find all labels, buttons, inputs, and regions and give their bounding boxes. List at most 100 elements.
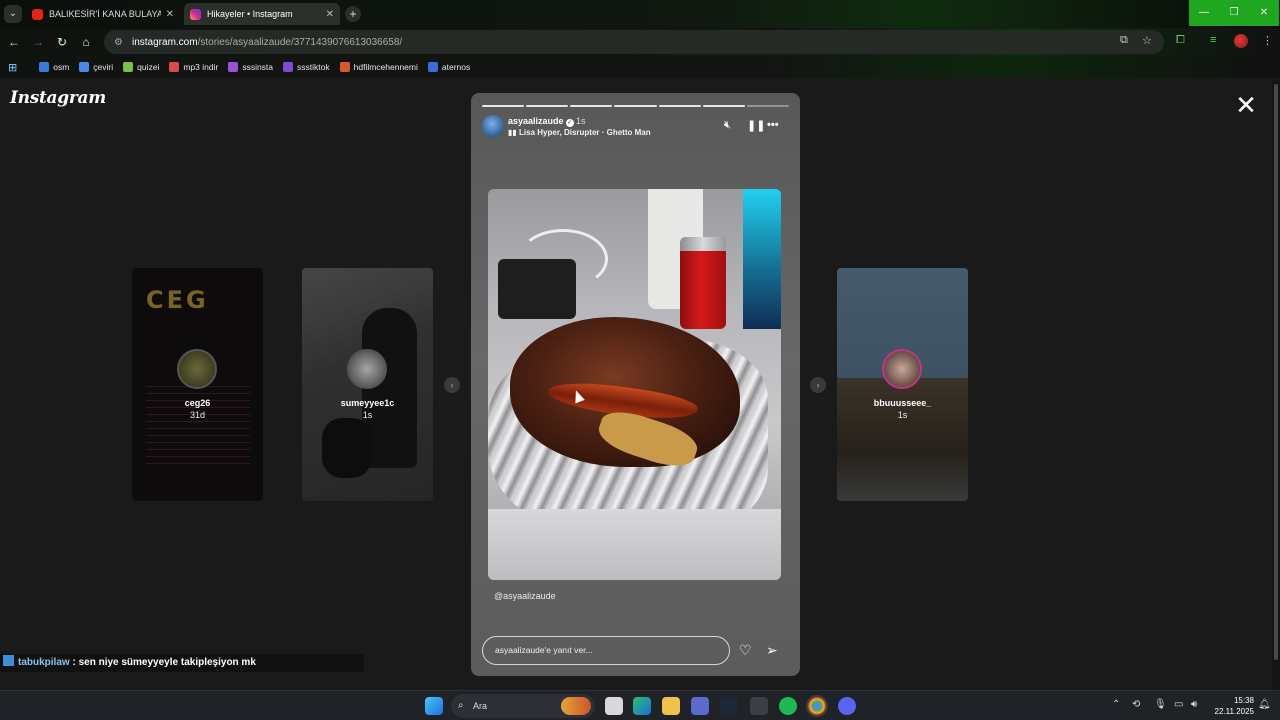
bookmark-aternos[interactable]: aternos xyxy=(427,62,470,72)
story-username: ceg26 xyxy=(184,398,211,408)
story-mention[interactable]: @asyaalizaude xyxy=(494,591,556,601)
bookmark-ssstiktok[interactable]: ssstiktok xyxy=(283,62,330,72)
edge-icon[interactable] xyxy=(633,697,651,715)
browser-toolbar: ← → ↻ ⌂ ⚙ instagram.com /stories/asyaali… xyxy=(0,28,1280,56)
file-explorer-icon[interactable] xyxy=(662,697,680,715)
send-icon[interactable]: ➢ xyxy=(766,642,778,659)
install-app-icon[interactable]: ⧉ xyxy=(1120,34,1128,47)
extensions-icon[interactable]: ⧠ xyxy=(1176,34,1185,47)
microphone-icon[interactable]: 🎙︎ xyxy=(1154,699,1167,710)
start-windows-icon[interactable] xyxy=(425,697,443,715)
bookmark-icon xyxy=(339,62,350,72)
bookmark-icon xyxy=(283,62,294,72)
avatar[interactable] xyxy=(482,115,504,137)
bookmark-mp3-indir[interactable]: mp3 indir xyxy=(169,62,218,72)
story-preview-ceg26[interactable]: CEG ceg26 31d xyxy=(132,268,263,501)
spotify-icon[interactable] xyxy=(779,697,797,715)
chat-username: tabukpilaw xyxy=(18,657,70,668)
avatar xyxy=(177,349,217,389)
tab-youtube[interactable]: BALIKESİR'İ KANA BULAYAN PS ✕ xyxy=(26,3,180,25)
minimize-button[interactable]: — xyxy=(1189,0,1219,26)
close-tab-icon[interactable]: ✕ xyxy=(326,9,334,20)
instagram-logo[interactable]: Instagram xyxy=(10,88,106,108)
home-icon[interactable]: ⌂ xyxy=(78,34,94,50)
volume-icon[interactable]: 🔊︎ xyxy=(1191,699,1197,710)
url-host: instagram.com xyxy=(132,36,198,48)
tab-search-icon[interactable]: ⌄ xyxy=(4,5,22,23)
progress-segment xyxy=(570,105,613,107)
clock-date: 22.11.2025 xyxy=(1214,707,1254,716)
pause-icon[interactable]: ❚❚ xyxy=(747,119,765,132)
active-story[interactable]: asyaalizaude ✓ 1s ▮▮ Lisa Hyper, Disrupte… xyxy=(471,93,800,676)
bookmark-quizei[interactable]: quizei xyxy=(123,62,159,72)
discord-icon[interactable] xyxy=(838,697,856,715)
page-scrollbar[interactable] xyxy=(1272,80,1280,690)
progress-segment xyxy=(702,105,745,107)
task-view-icon[interactable] xyxy=(605,697,623,715)
tray-chevron-up-icon[interactable]: ⌃ xyxy=(1112,699,1120,710)
apps-icon[interactable]: ⊞ xyxy=(8,61,29,74)
new-tab-button[interactable]: + xyxy=(345,6,361,22)
tray-sync-icon[interactable]: ⟲ xyxy=(1132,699,1140,710)
bookmark-icon xyxy=(123,62,134,72)
back-icon[interactable]: ← xyxy=(6,34,22,50)
menu-dots-icon[interactable]: ⋮ xyxy=(1262,34,1273,47)
bookmark-label: sssinsta xyxy=(242,62,274,72)
reload-icon[interactable]: ↻ xyxy=(54,34,70,50)
bookmarks-bar: ⊞ osm çeviri quizei mp3 indir sssinsta s… xyxy=(0,56,1280,78)
bookmark-icon xyxy=(169,62,180,72)
tab-title: BALIKESİR'İ KANA BULAYAN PS xyxy=(49,9,161,19)
bookmark-icon xyxy=(79,62,90,72)
chat-text: : sen niye sümeyyeyle takipleşiyon mk xyxy=(69,657,256,668)
notification-bell-icon[interactable]: 🔔︎ xyxy=(1258,699,1271,710)
music-title: Lisa Hyper, Disrupter · Ghetto Man xyxy=(519,128,651,137)
progress-segment xyxy=(482,105,525,107)
heart-icon[interactable]: ♡ xyxy=(739,642,752,659)
profile-avatar[interactable] xyxy=(1234,34,1248,48)
tab-instagram[interactable]: Hikayeler • Instagram ✕ xyxy=(184,3,340,25)
reply-input[interactable]: asyaalizaude'e yanıt ver... xyxy=(482,636,730,665)
blue-light xyxy=(743,189,781,329)
bookmark-label: quizei xyxy=(137,62,160,72)
bookmark-star-icon[interactable]: ☆ xyxy=(1142,34,1152,47)
network-icon[interactable]: ▭ xyxy=(1174,699,1183,710)
app-icon[interactable] xyxy=(750,697,768,715)
chrome-icon[interactable] xyxy=(806,695,828,717)
bookmark-label: hdfilmcehennemi xyxy=(353,62,418,72)
forward-icon[interactable]: → xyxy=(30,34,46,50)
close-window-button[interactable]: ✕ xyxy=(1249,0,1279,26)
music-bars-icon: ▮▮ xyxy=(508,128,520,137)
next-story-chevron-right-icon[interactable]: › xyxy=(810,377,826,393)
story-preview-sumeyyee1c[interactable]: sumeyyee1c 1s xyxy=(302,268,433,501)
bookmark-sssinsta[interactable]: sssinsta xyxy=(228,62,273,72)
restore-button[interactable]: ❐ xyxy=(1219,0,1249,26)
story-time: 1s xyxy=(897,410,908,420)
progress-segment xyxy=(526,105,569,107)
story-preview-bbuuusseee[interactable]: bbuuusseee_ 1s xyxy=(837,268,968,501)
site-info-icon[interactable]: ⚙ xyxy=(114,37,126,48)
bookmark-hdfilmcehennemi[interactable]: hdfilmcehennemi xyxy=(339,62,418,72)
bookmark-osm[interactable]: osm xyxy=(39,62,69,72)
mute-icon[interactable]: 🔇︎ xyxy=(724,119,731,132)
avatar xyxy=(347,349,387,389)
close-tab-icon[interactable]: ✕ xyxy=(166,9,174,20)
story-username[interactable]: asyaalizaude ✓ xyxy=(508,116,574,127)
bookmark-label: çeviri xyxy=(93,62,114,72)
bookmark-icon xyxy=(228,62,239,72)
bookmark-ceviri[interactable]: çeviri xyxy=(79,62,113,72)
bookmark-label: ssstiktok xyxy=(297,62,330,72)
store-icon[interactable] xyxy=(691,697,709,715)
address-bar[interactable]: ⚙ instagram.com /stories/asyaalizaude/37… xyxy=(104,30,1164,54)
story-time: 1s xyxy=(576,116,586,126)
more-options-icon[interactable]: ••• xyxy=(767,119,779,131)
previous-story-chevron-left-icon[interactable]: ‹ xyxy=(444,377,460,393)
search-label: Ara xyxy=(473,701,488,711)
taskbar-search-input[interactable]: ⌕ Ara xyxy=(451,694,595,718)
taskbar-clock[interactable]: 15:38 22.11.2025 xyxy=(1208,695,1254,717)
progress-segment xyxy=(746,105,789,107)
close-icon[interactable]: ✕ xyxy=(1232,92,1260,118)
scrollbar-thumb[interactable] xyxy=(1274,84,1278,660)
steam-icon[interactable] xyxy=(720,697,738,715)
story-music-label[interactable]: ▮▮ Lisa Hyper, Disrupter · Ghetto Man xyxy=(508,128,651,137)
media-control-icon[interactable]: ≡ xyxy=(1210,34,1216,46)
